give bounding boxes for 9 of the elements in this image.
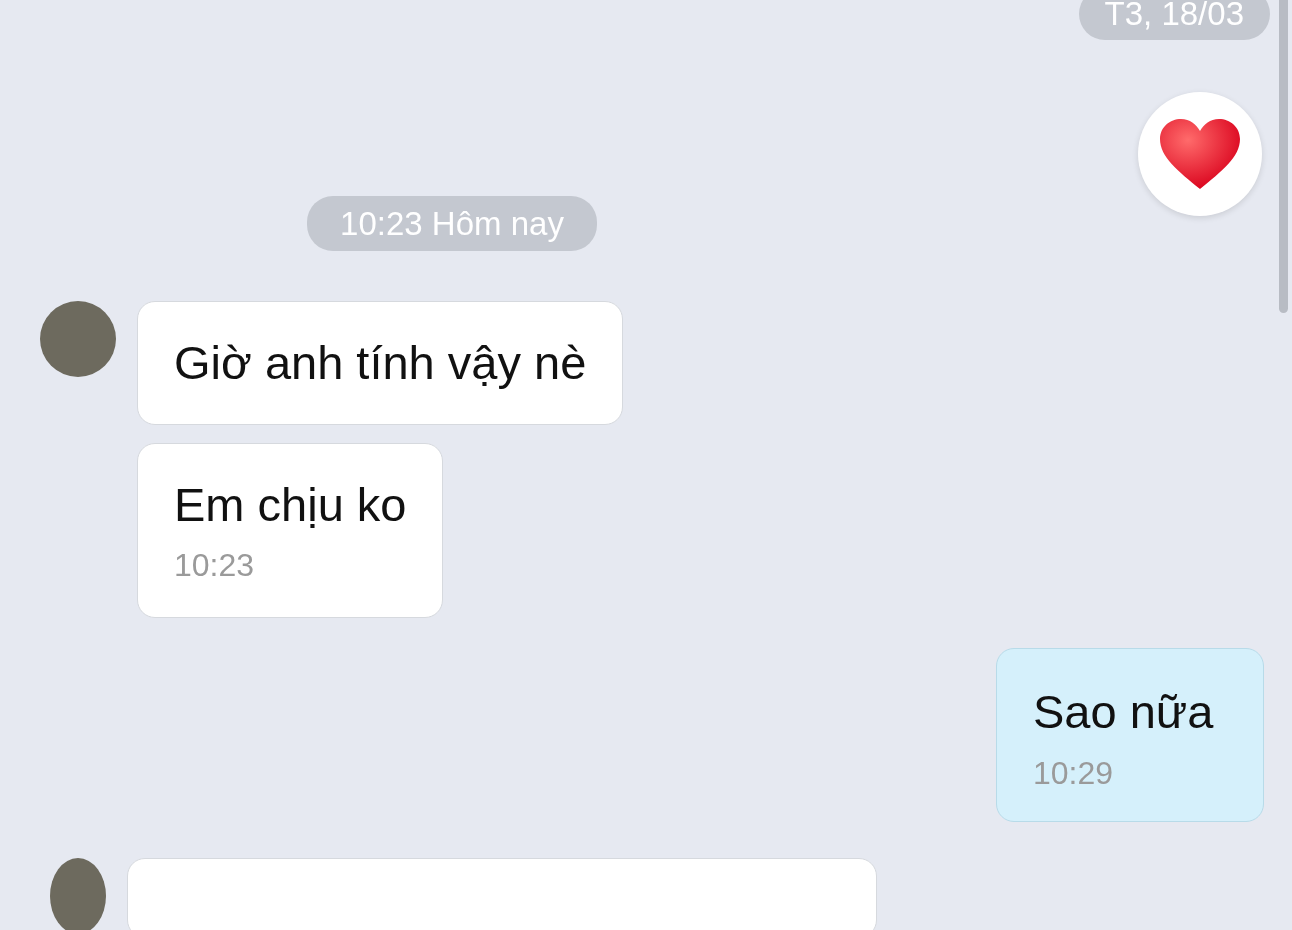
date-label: T3, 18/03	[1078, 0, 1270, 40]
message-text: Em chịu ko	[174, 478, 407, 533]
message-time: 10:23	[174, 548, 256, 584]
message-time: 10:29	[1033, 755, 1115, 791]
message-text: Sao nữa	[1033, 685, 1215, 740]
message-text: Giờ anh tính vậy nè	[174, 336, 587, 391]
heart-icon	[1158, 116, 1242, 191]
scrollbar[interactable]	[1279, 0, 1288, 313]
time-divider: 10:23 Hôm nay	[307, 195, 597, 252]
